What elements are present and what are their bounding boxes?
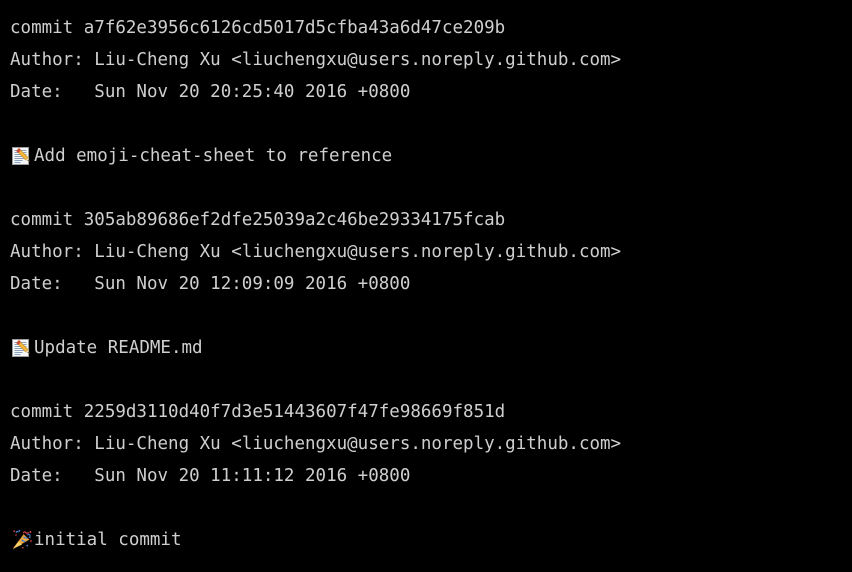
terminal-screen: commit a7f62e3956c6126cd5017d5cfba43a6d4…: [0, 0, 852, 556]
commit-message-text: Add emoji-cheat-sheet to reference: [34, 146, 393, 166]
commit-message-text: Update README.md: [34, 338, 203, 358]
commit-hash-line: commit 2259d3110d40f7d3e51443607f47fe986…: [10, 402, 506, 422]
terminal-window[interactable]: commit a7f62e3956c6126cd5017d5cfba43a6d4…: [0, 0, 852, 572]
commit-message-line: Add emoji-cheat-sheet to reference: [10, 140, 852, 172]
commit-entry: commit 305ab89686ef2dfe25039a2c46be29334…: [10, 204, 852, 364]
commit-author-line: Author: Liu-Cheng Xu <liuchengxu@users.n…: [10, 50, 622, 70]
commit-hash-line: commit a7f62e3956c6126cd5017d5cfba43a6d4…: [10, 18, 506, 38]
memo-icon: [10, 336, 34, 360]
memo-icon: [10, 144, 34, 168]
commit-message-line: Update README.md: [10, 332, 852, 364]
commit-date-line: Date: Sun Nov 20 11:11:12 2016 +0800: [10, 466, 411, 486]
commit-hash-line: commit 305ab89686ef2dfe25039a2c46be29334…: [10, 210, 506, 230]
commit-date-line: Date: Sun Nov 20 12:09:09 2016 +0800: [10, 274, 411, 294]
party-popper-icon: [10, 528, 34, 552]
commit-message-text: initial commit: [34, 530, 182, 550]
commit-message-line: initial commit: [10, 524, 852, 556]
commit-date-line: Date: Sun Nov 20 20:25:40 2016 +0800: [10, 82, 411, 102]
commit-author-line: Author: Liu-Cheng Xu <liuchengxu@users.n…: [10, 242, 622, 262]
commit-entry: commit 2259d3110d40f7d3e51443607f47fe986…: [10, 396, 852, 556]
commit-author-line: Author: Liu-Cheng Xu <liuchengxu@users.n…: [10, 434, 622, 454]
commit-entry: commit a7f62e3956c6126cd5017d5cfba43a6d4…: [10, 12, 852, 172]
